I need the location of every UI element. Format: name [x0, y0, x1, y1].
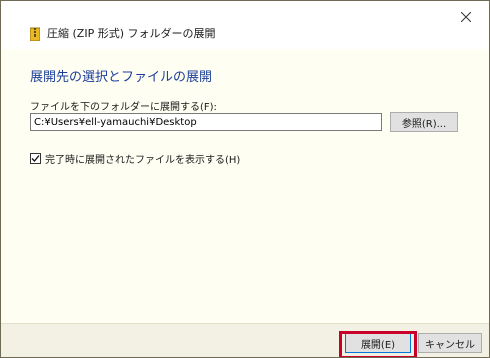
destination-label: ファイルを下のフォルダーに展開する(F):: [30, 102, 217, 113]
zip-folder-icon: [29, 26, 41, 42]
show-files-option[interactable]: 完了時に展開されたファイルを表示する(H): [30, 151, 240, 166]
window-title: 圧縮 (ZIP 形式) フォルダーの展開: [47, 27, 216, 40]
browse-button[interactable]: 参照(R)...: [390, 112, 458, 132]
show-files-label: 完了時に展開されたファイルを表示する(H): [45, 155, 241, 166]
dialog-content: 展開先の選択とファイルの展開 ファイルを下のフォルダーに展開する(F): 参照(…: [1, 49, 489, 323]
button-bar: 展開(E) キャンセル: [1, 323, 489, 357]
title-bar: 圧縮 (ZIP 形式) フォルダーの展開: [1, 1, 489, 49]
checkmark-icon: [31, 155, 40, 162]
destination-path-input[interactable]: [30, 113, 382, 131]
extract-dialog: 圧縮 (ZIP 形式) フォルダーの展開 展開先の選択とファイルの展開 ファイル…: [0, 0, 490, 358]
cancel-button[interactable]: キャンセル: [418, 333, 482, 353]
show-files-checkbox[interactable]: [30, 153, 41, 164]
close-icon: [460, 7, 472, 26]
extract-button[interactable]: 展開(E): [345, 333, 411, 353]
close-button[interactable]: [443, 1, 489, 31]
page-title: 展開先の選択とファイルの展開: [30, 70, 213, 85]
